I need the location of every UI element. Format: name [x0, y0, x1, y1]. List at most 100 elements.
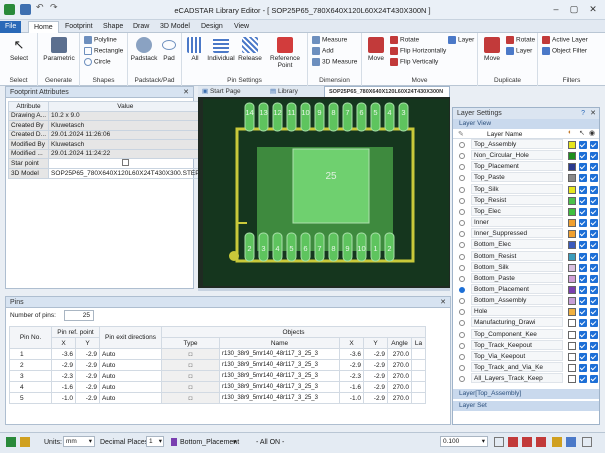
layer-color-swatch[interactable]	[568, 341, 576, 350]
rectangle-button[interactable]: Rectangle	[84, 47, 123, 55]
layer-row[interactable]: Inner_Suppressed	[453, 228, 599, 239]
layer-footer-1[interactable]: Layer[Top_Assembly]	[453, 389, 599, 399]
active-layer-radio[interactable]	[459, 153, 465, 160]
table-row[interactable]: 3 -2.3 -2.9 Auto ◘ r130_38r9_5mr140_48r117_3_…	[9, 370, 426, 382]
layer-color-swatch[interactable]	[568, 263, 576, 272]
layer-visible-checkbox[interactable]	[590, 352, 598, 361]
layer-color-swatch[interactable]	[568, 308, 576, 317]
flip-horizontally-button[interactable]: Flip Horizontally	[390, 47, 446, 55]
3d-measure-button[interactable]: 3D Measure	[312, 58, 357, 66]
attribute-value[interactable]: SOP25P65_780X640X120L60X24T430X300.STEP	[48, 168, 203, 179]
layer-selectable-checkbox[interactable]	[579, 207, 587, 216]
layer-selectable-checkbox[interactable]	[579, 308, 587, 317]
layer-row[interactable]: Hole	[453, 306, 599, 317]
layer-selectable-checkbox[interactable]	[579, 174, 587, 183]
layer-visible-checkbox[interactable]	[590, 364, 598, 372]
active-layer-radio[interactable]	[459, 331, 465, 338]
active-layer-radio[interactable]	[459, 164, 465, 171]
layer-visible-checkbox[interactable]	[590, 274, 598, 283]
layer-selectable-checkbox[interactable]	[579, 263, 587, 272]
active-layer-radio[interactable]	[459, 186, 465, 193]
help-icon[interactable]: ?	[581, 108, 585, 119]
layer-row[interactable]: Top_Assembly	[453, 139, 599, 150]
canvas-scrollbar[interactable]	[198, 288, 450, 291]
pan-icon[interactable]	[552, 437, 562, 447]
layer-selectable-checkbox[interactable]	[579, 319, 587, 328]
layer-selectable-checkbox[interactable]	[579, 252, 587, 261]
layer-row[interactable]: Top_Silk	[453, 183, 599, 195]
active-layer-radio[interactable]	[459, 220, 465, 227]
tab-3d-model[interactable]: 3D Model	[155, 21, 195, 33]
active-layer-radio[interactable]	[459, 365, 465, 371]
layer-selectable-checkbox[interactable]	[579, 375, 587, 384]
table-row[interactable]: Modified ... 29.01.2024 11:24:22	[7, 148, 203, 159]
decimal-places-select[interactable]: 1 ▾	[146, 436, 164, 447]
layer-selectable-checkbox[interactable]	[579, 274, 587, 283]
layer-visible-checkbox[interactable]	[590, 152, 598, 161]
zoom-in-icon[interactable]	[508, 437, 518, 447]
grid-icon[interactable]	[566, 437, 576, 447]
layer-visible-checkbox[interactable]	[590, 308, 598, 317]
active-layer-radio[interactable]	[459, 342, 465, 349]
layer-visible-checkbox[interactable]	[590, 141, 598, 149]
zoom-window-icon[interactable]	[522, 437, 532, 447]
select-button[interactable]: ↖ Select	[4, 37, 34, 62]
layer-selectable-checkbox[interactable]	[579, 330, 587, 339]
layer-color-swatch[interactable]	[568, 174, 576, 183]
layer-selectable-checkbox[interactable]	[579, 364, 587, 372]
layer-color-swatch[interactable]	[568, 185, 576, 194]
active-layer-radio[interactable]	[459, 353, 465, 360]
pin-count-field[interactable]: 25	[64, 310, 94, 321]
table-row[interactable]: 1 -3.6 -2.9 Auto ◘ r130_38r9_5mr140_48r117_3_…	[9, 348, 426, 360]
settings-icon[interactable]	[582, 437, 592, 447]
layer-visible-checkbox[interactable]	[590, 330, 598, 339]
layer-row[interactable]: Top_Via_Keepout	[453, 350, 599, 362]
minimize-icon[interactable]: –	[548, 3, 564, 16]
layer-selectable-checkbox[interactable]	[579, 241, 587, 250]
layer-color-swatch[interactable]	[568, 252, 576, 261]
layer-row[interactable]: Bottom_Placement	[453, 283, 599, 295]
chevron-down-icon[interactable]: ▾	[233, 438, 237, 446]
zoom-out-icon[interactable]	[536, 437, 546, 447]
layer-visible-checkbox[interactable]	[590, 230, 598, 239]
zoom-select[interactable]: 0.100 ▾	[440, 436, 488, 447]
layer-row[interactable]: Bottom_Resist	[453, 250, 599, 262]
layer-selectable-checkbox[interactable]	[579, 297, 587, 306]
active-layer-label[interactable]: Bottom_Placement	[180, 439, 239, 446]
duplicate-rotate-button[interactable]: Rotate	[506, 36, 535, 44]
layer-color-swatch[interactable]	[568, 352, 576, 361]
reference-point-button[interactable]: Reference Point	[264, 37, 306, 69]
active-layer-radio[interactable]	[459, 253, 465, 260]
layer-visible-checkbox[interactable]	[590, 297, 598, 306]
layer-visible-checkbox[interactable]	[590, 319, 598, 328]
duplicate-move-button[interactable]: Move	[481, 37, 503, 62]
maximize-icon[interactable]: ▢	[566, 3, 582, 16]
move-button[interactable]: Move	[365, 37, 387, 62]
close-icon[interactable]: ✕	[590, 108, 596, 119]
tab-footprint-doc[interactable]: SOP25P65_780X640X120L60X24T430X300N	[324, 86, 450, 97]
table-row[interactable]: Created D... 29.01.2024 11:26:06	[7, 129, 203, 140]
layer-color-swatch[interactable]	[568, 330, 576, 339]
grid-toggle-icon[interactable]	[6, 437, 16, 447]
table-row[interactable]: 2 -2.9 -2.9 Auto ◘ r130_38r9_5mr140_48r117_3_…	[9, 359, 426, 371]
layer-visible-checkbox[interactable]	[590, 219, 598, 228]
layer-row[interactable]: Top_Placement	[453, 161, 599, 172]
tab-design[interactable]: Design	[196, 21, 228, 33]
layer-color-swatch[interactable]	[568, 285, 576, 294]
flip-vertically-button[interactable]: Flip Vertically	[390, 58, 438, 66]
table-row[interactable]: Drawing A... 10.2 x 9.0	[7, 110, 203, 121]
layer-row[interactable]: Top_Component_Kee	[453, 328, 599, 340]
active-layer-radio[interactable]	[459, 142, 465, 148]
table-row[interactable]: Created By Kluwetasch	[7, 120, 203, 131]
active-layer-radio[interactable]	[459, 298, 465, 305]
layer-visible-checkbox[interactable]	[590, 207, 598, 216]
zoom-fit-icon[interactable]	[494, 437, 504, 447]
layer-color-swatch[interactable]	[568, 241, 576, 250]
layer-row[interactable]: Top_Track_Keepout	[453, 339, 599, 351]
active-layer-radio[interactable]	[459, 208, 465, 215]
pad-button[interactable]: Pad	[158, 37, 180, 62]
layer-visible-checkbox[interactable]	[590, 241, 598, 250]
table-row[interactable]: Star point	[7, 158, 203, 169]
layer-row[interactable]: Top_Track_and_Via_Ke	[453, 362, 599, 373]
active-layer-button[interactable]: Active Layer	[542, 36, 588, 44]
